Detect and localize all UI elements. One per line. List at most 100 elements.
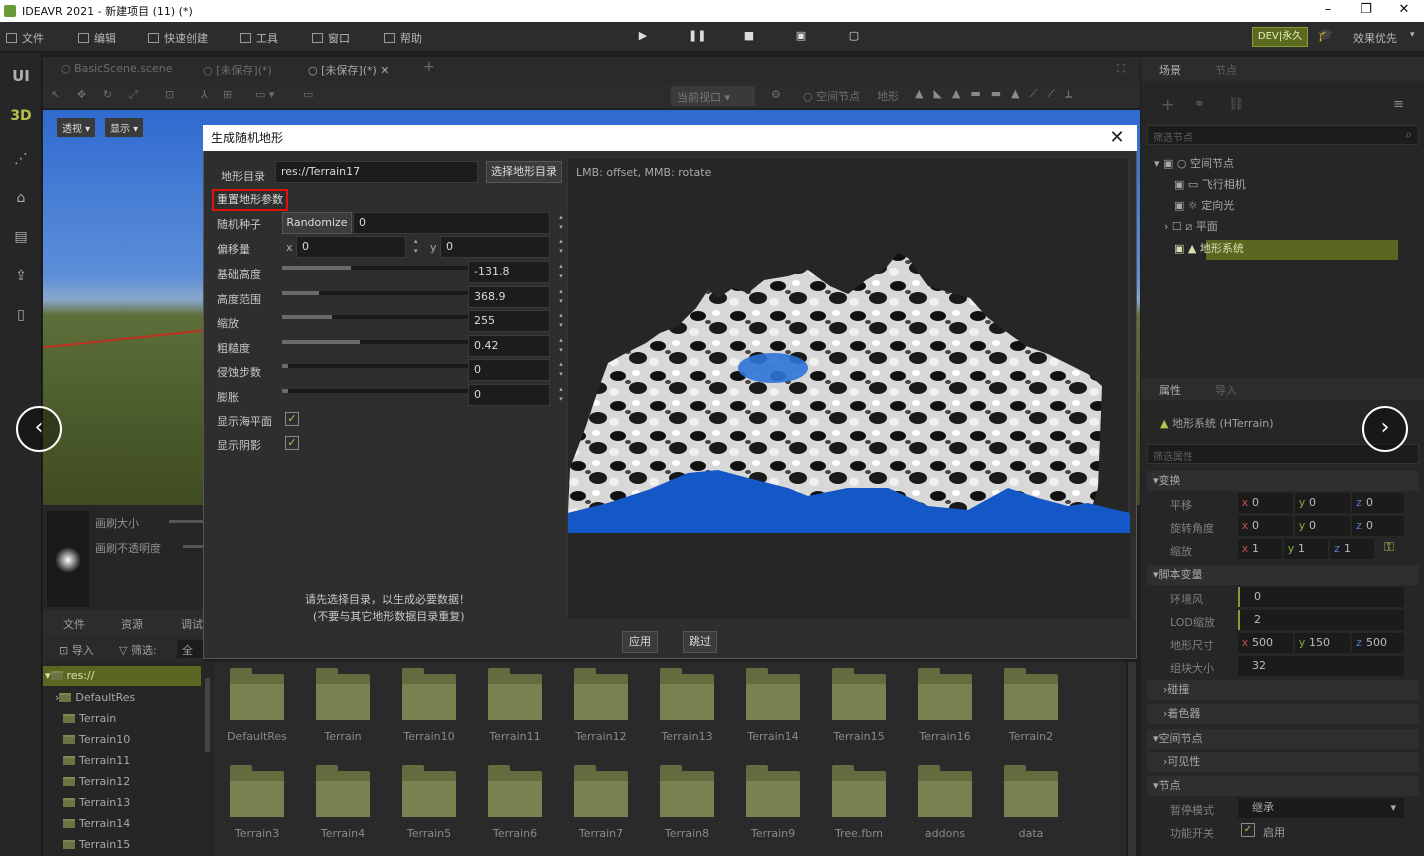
tree-node-space[interactable]: ▾ ▣ ○ 空间节点 <box>1154 154 1234 174</box>
param-spinner[interactable]: ▴ ▾ <box>556 286 566 308</box>
folder-item[interactable]: Terrain13 <box>644 668 730 743</box>
viewport-select[interactable]: 当前视口 ▾ <box>671 86 755 106</box>
tab-scene[interactable]: 场景 <box>1159 62 1181 78</box>
store-icon[interactable]: ⌂ <box>0 190 42 206</box>
lock-icon[interactable]: ⚿ <box>1384 540 1394 555</box>
add-tab-icon[interactable]: + <box>423 59 435 75</box>
param-slider[interactable] <box>282 291 468 295</box>
tree-root[interactable]: ▾ res:// <box>45 669 94 682</box>
section-script-vars[interactable]: ▾脚本变量 <box>1147 565 1419 585</box>
translate-x[interactable]: x0 <box>1238 493 1293 513</box>
section-visibility[interactable]: ›可见性 <box>1147 752 1419 772</box>
menu-window[interactable]: 窗口 <box>312 30 350 46</box>
close-window-button[interactable]: ✕ <box>1386 0 1422 22</box>
file-grid-scrollbar[interactable] <box>1128 662 1136 856</box>
graduation-cap-icon[interactable]: 🎓 <box>1317 28 1333 43</box>
enable-checkbox[interactable]: ✓ <box>1241 823 1255 837</box>
minimize-button[interactable]: – <box>1310 0 1346 22</box>
tab-files[interactable]: 文件 <box>63 616 85 632</box>
folder-item[interactable]: Terrain6 <box>472 765 558 840</box>
folder-item[interactable]: Terrain8 <box>644 765 730 840</box>
chevron-down-icon[interactable]: ▾ <box>1410 30 1415 40</box>
rotate-y[interactable]: y0 <box>1295 516 1350 536</box>
camera-tool-icon[interactable]: ▭ <box>303 88 313 101</box>
seed-spinner[interactable]: ▴ ▾ <box>556 212 566 234</box>
next-arrow-button[interactable]: › <box>1362 406 1408 452</box>
section-node[interactable]: ▾节点 <box>1147 776 1419 796</box>
tree-node-camera[interactable]: ▣ ▭ 飞行相机 <box>1174 175 1246 195</box>
folder-item[interactable]: DefaultRes <box>214 668 300 743</box>
folder-item[interactable]: Terrain2 <box>988 668 1074 743</box>
maximize-button[interactable]: ❐ <box>1348 0 1384 22</box>
tree-node-light[interactable]: ▣ ☼ 定向光 <box>1174 196 1234 216</box>
import-button[interactable]: ⊡ 导入 <box>59 642 94 658</box>
tree-item[interactable]: Terrain12 <box>63 775 130 788</box>
tree-item[interactable]: Terrain10 <box>63 733 130 746</box>
folder-item[interactable]: Terrain12 <box>558 668 644 743</box>
offset-spinner[interactable]: ▴ ▾ <box>556 236 566 258</box>
stop-icon[interactable]: ■ <box>741 29 757 45</box>
folder-item[interactable]: data <box>988 765 1074 840</box>
rotate-x[interactable]: x0 <box>1238 516 1293 536</box>
tree-node-terrain[interactable]: ▣ ▲ 地形系统 <box>1174 239 1244 259</box>
tab-debug[interactable]: 调试 <box>181 616 203 632</box>
export-icon[interactable]: ⇪ <box>0 268 42 284</box>
3d-mode-button[interactable]: 3D <box>0 108 42 124</box>
terrain-size-z[interactable]: z 500 <box>1352 633 1404 653</box>
instance-icon[interactable]: ⛓ <box>1228 97 1245 112</box>
menu-icon[interactable]: ≡ <box>1393 97 1404 112</box>
play-icon[interactable]: ▶ <box>635 29 651 45</box>
menu-edit[interactable]: 编辑 <box>78 30 116 46</box>
add-node-icon[interactable]: + <box>1161 95 1174 114</box>
param-spinner[interactable]: ▴ ▾ <box>556 310 566 332</box>
scale-z[interactable]: z1 <box>1330 539 1374 559</box>
param-slider[interactable] <box>282 389 468 393</box>
snap-tool-icon[interactable]: ⊡ <box>165 88 174 101</box>
param-slider[interactable] <box>282 266 468 270</box>
param-value-input[interactable]: 0 <box>468 384 550 406</box>
folder-item[interactable]: Terrain11 <box>472 668 558 743</box>
menu-tools[interactable]: 工具 <box>240 30 278 46</box>
param-spinner[interactable]: ▴ ▾ <box>556 384 566 406</box>
perspective-button[interactable]: 透视 ▾ <box>57 118 96 137</box>
param-slider[interactable] <box>282 364 468 368</box>
fullscreen-icon[interactable]: ⛶ <box>1117 62 1125 76</box>
offset-x-spinner[interactable]: ▴ ▾ <box>414 236 418 256</box>
translate-y[interactable]: y0 <box>1295 493 1350 513</box>
grid-tool-icon[interactable]: ⊞ <box>223 88 232 101</box>
media-icon[interactable]: ▤ <box>0 229 42 245</box>
param-slider[interactable] <box>282 340 468 344</box>
menu-help[interactable]: 帮助 <box>384 30 422 46</box>
folder-item[interactable]: Terrain3 <box>214 765 300 840</box>
randomize-button[interactable]: Randomize <box>282 212 352 234</box>
terrain-size-y[interactable]: y 150 <box>1295 633 1350 653</box>
rotate-tool-icon[interactable]: ↻ <box>103 88 112 101</box>
folder-item[interactable]: Terrain <box>300 668 386 743</box>
gear-icon[interactable]: ⚙ <box>771 88 781 101</box>
show-button[interactable]: 显示 ▾ <box>105 118 144 137</box>
terrain-preview[interactable]: LMB: offset, MMB: rotate <box>567 157 1130 619</box>
section-collision[interactable]: ›碰撞 <box>1147 680 1419 700</box>
render-quality-select[interactable]: 效果优先 <box>1353 30 1397 46</box>
tab-resources[interactable]: 资源 <box>121 616 143 632</box>
filter-button[interactable]: ▽ 筛选: <box>119 642 157 658</box>
scale-tool-icon[interactable]: ⤢ <box>129 88 138 102</box>
folder-item[interactable]: Terrain5 <box>386 765 472 840</box>
pause-icon[interactable]: ❚❚ <box>688 29 706 45</box>
play-scene-icon[interactable]: ▣ <box>793 29 809 45</box>
folder-item[interactable]: Terrain16 <box>902 668 988 743</box>
play-custom-icon[interactable]: ▢ <box>846 29 862 45</box>
translate-z[interactable]: z0 <box>1352 493 1404 513</box>
filter-nodes-input[interactable]: 筛选节点 ⌕ <box>1147 125 1419 145</box>
select-tool-icon[interactable]: ↖ <box>51 88 60 101</box>
param-slider[interactable] <box>282 315 468 319</box>
dialog-close-icon[interactable]: ✕ <box>1104 125 1130 151</box>
section-shader[interactable]: ›着色器 <box>1147 704 1419 724</box>
tab-import[interactable]: 导入 <box>1215 382 1237 398</box>
tree-item[interactable]: Terrain15 <box>63 838 130 851</box>
reset-params-button[interactable]: 重置地形参数 <box>212 189 288 211</box>
menu-file[interactable]: 文件 <box>6 30 44 46</box>
param-value-input[interactable]: 368.9 <box>468 286 550 308</box>
layout-tool-icon[interactable]: ▭ ▾ <box>255 88 274 101</box>
brush-opacity-slider[interactable] <box>183 545 203 548</box>
